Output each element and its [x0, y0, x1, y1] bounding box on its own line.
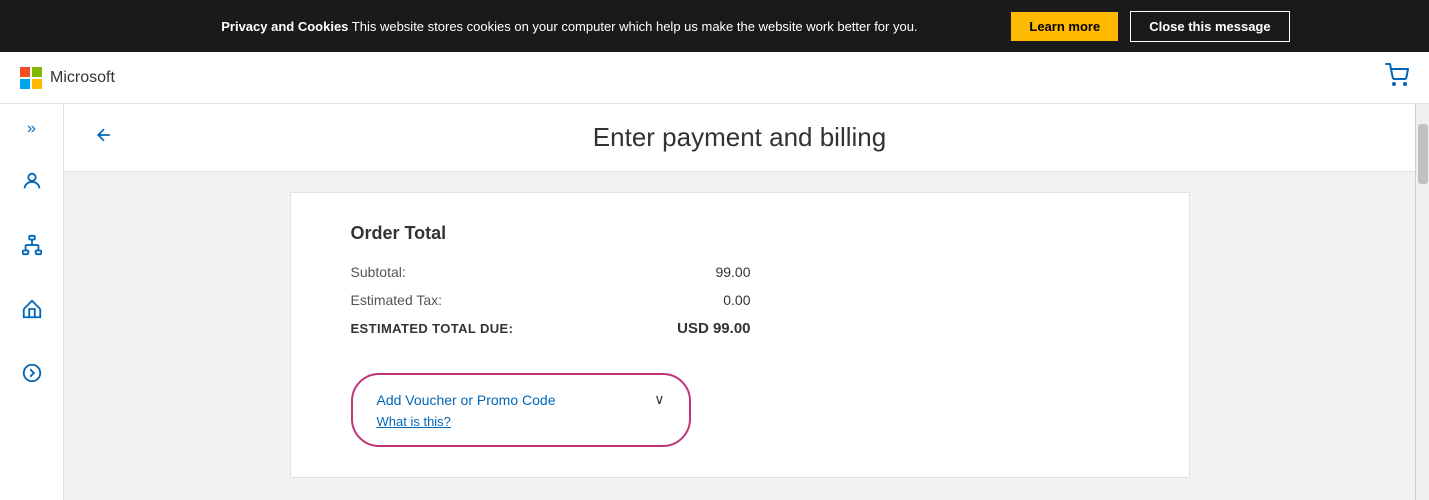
total-row: ESTIMATED TOTAL DUE: USD 99.00	[351, 320, 751, 337]
ms-logo-green	[32, 67, 42, 77]
back-button[interactable]	[94, 125, 114, 150]
add-voucher-link[interactable]: Add Voucher or Promo Code	[377, 392, 556, 408]
page-title: Enter payment and billing	[124, 122, 1355, 153]
sidebar: »	[0, 104, 64, 500]
sidebar-expand-icon[interactable]: »	[19, 116, 44, 142]
sidebar-home-icon[interactable]	[13, 290, 51, 334]
subtotal-row: Subtotal: 99.00	[351, 264, 751, 280]
cart-icon[interactable]	[1385, 63, 1409, 93]
main-layout: »	[0, 104, 1429, 500]
order-total-title: Order Total	[351, 223, 1129, 244]
sidebar-person-icon[interactable]	[13, 162, 51, 206]
tax-row: Estimated Tax: 0.00	[351, 292, 751, 308]
subtotal-label: Subtotal:	[351, 264, 406, 280]
subtotal-value: 99.00	[715, 264, 750, 280]
cookie-banner-bold: Privacy and Cookies	[221, 19, 348, 34]
page-header: Enter payment and billing	[64, 104, 1415, 172]
cookie-banner: Privacy and Cookies This website stores …	[0, 0, 1429, 52]
voucher-row: Add Voucher or Promo Code ∨	[377, 391, 665, 408]
scrollbar-thumb[interactable]	[1418, 124, 1428, 184]
scrollbar[interactable]	[1415, 104, 1429, 500]
cookie-banner-text: Privacy and Cookies This website stores …	[139, 19, 999, 34]
what-is-this-link[interactable]: What is this?	[377, 414, 665, 429]
learn-more-button[interactable]: Learn more	[1011, 12, 1118, 41]
ms-logo-red	[20, 67, 30, 77]
sidebar-network-icon[interactable]	[13, 226, 51, 270]
ms-logo-yellow	[32, 79, 42, 89]
order-card: Order Total Subtotal: 99.00 Estimated Ta…	[290, 192, 1190, 478]
voucher-section: Add Voucher or Promo Code ∨ What is this…	[351, 373, 691, 447]
ms-logo-grid	[20, 67, 42, 89]
top-nav: Microsoft	[0, 52, 1429, 104]
tax-label: Estimated Tax:	[351, 292, 443, 308]
brand-name: Microsoft	[50, 69, 115, 87]
ms-logo-blue	[20, 79, 30, 89]
total-value: USD 99.00	[677, 320, 750, 337]
content-area: Enter payment and billing Order Total Su…	[64, 104, 1415, 500]
microsoft-logo: Microsoft	[20, 67, 115, 89]
close-message-button[interactable]: Close this message	[1130, 11, 1289, 42]
card-container: Order Total Subtotal: 99.00 Estimated Ta…	[64, 172, 1415, 500]
chevron-down-icon: ∨	[654, 391, 664, 408]
cookie-banner-normal: This website stores cookies on your comp…	[348, 19, 917, 34]
tax-value: 0.00	[723, 292, 750, 308]
sidebar-arrow-right-icon[interactable]	[13, 354, 51, 398]
total-label: ESTIMATED TOTAL DUE:	[351, 321, 514, 336]
